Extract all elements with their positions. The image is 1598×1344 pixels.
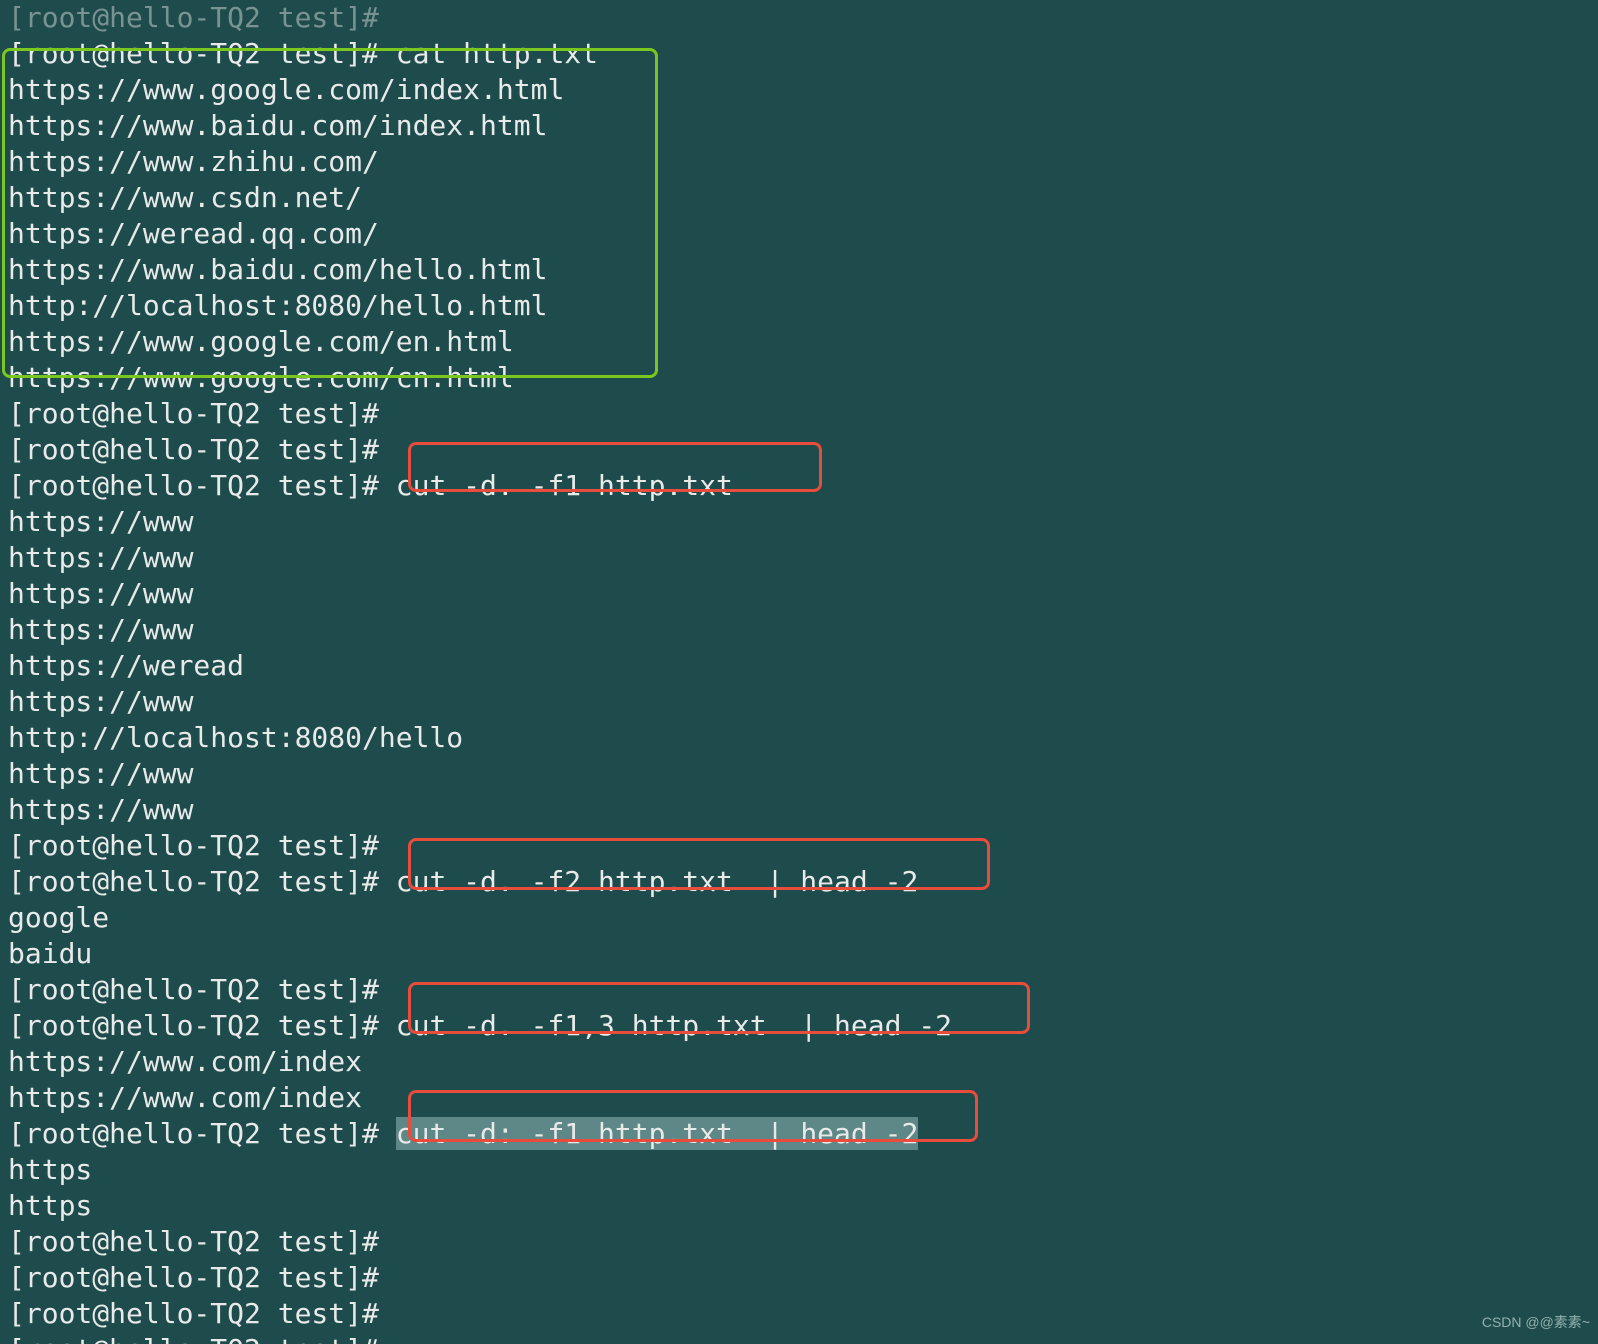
command-line: [root@hello-TQ2 test]# cut -d. -f1 http.… bbox=[0, 468, 1598, 504]
output-line: https://www.zhihu.com/ bbox=[0, 144, 1598, 180]
command-text: cat http.txt bbox=[379, 37, 598, 70]
prompt: [root@hello-TQ2 test]# bbox=[8, 37, 379, 70]
command-line: [root@hello-TQ2 test]# cut -d. -f1,3 htt… bbox=[0, 1008, 1598, 1044]
prompt: [root@hello-TQ2 test]# bbox=[8, 1297, 379, 1330]
prompt: [root@hello-TQ2 test]# bbox=[8, 829, 379, 862]
output-line: https://www bbox=[0, 576, 1598, 612]
prompt: [root@hello-TQ2 test]# bbox=[8, 1333, 379, 1344]
terminal-screen[interactable]: [root@hello-TQ2 test]# [root@hello-TQ2 t… bbox=[0, 0, 1598, 1344]
output-line: https://www.csdn.net/ bbox=[0, 180, 1598, 216]
output-line: https://www bbox=[0, 756, 1598, 792]
command-line: [root@hello-TQ2 test]# cut -d. -f2 http.… bbox=[0, 864, 1598, 900]
output-line: https://www bbox=[0, 504, 1598, 540]
prompt-line: [root@hello-TQ2 test]# bbox=[0, 1260, 1598, 1296]
output-line: https bbox=[0, 1152, 1598, 1188]
prompt: [root@hello-TQ2 test]# bbox=[8, 1, 379, 34]
output-line: https://www.google.com/index.html bbox=[0, 72, 1598, 108]
prompt-line: [root@hello-TQ2 test]# bbox=[0, 0, 1598, 36]
prompt: [root@hello-TQ2 test]# bbox=[8, 433, 379, 466]
output-line: https bbox=[0, 1188, 1598, 1224]
output-line: https://www.baidu.com/hello.html bbox=[0, 252, 1598, 288]
watermark: CSDN @@素素~ bbox=[1482, 1304, 1590, 1340]
output-line: https://weread.qq.com/ bbox=[0, 216, 1598, 252]
prompt: [root@hello-TQ2 test]# bbox=[8, 1225, 379, 1258]
command-text: cut -d. -f1 http.txt bbox=[379, 469, 733, 502]
output-line: https://www bbox=[0, 792, 1598, 828]
prompt-line: [root@hello-TQ2 test]# bbox=[0, 1332, 1598, 1344]
prompt-line: [root@hello-TQ2 test]# bbox=[0, 1224, 1598, 1260]
output-line: https://www.com/index bbox=[0, 1044, 1598, 1080]
command-line: [root@hello-TQ2 test]# cat http.txt bbox=[0, 36, 1598, 72]
prompt: [root@hello-TQ2 test]# bbox=[8, 1117, 379, 1150]
output-line: https://www bbox=[0, 540, 1598, 576]
prompt-line: [root@hello-TQ2 test]# bbox=[0, 828, 1598, 864]
output-line: https://weread bbox=[0, 648, 1598, 684]
output-line: https://www bbox=[0, 684, 1598, 720]
output-line: baidu bbox=[0, 936, 1598, 972]
output-line: https://www.google.com/en.html bbox=[0, 324, 1598, 360]
output-line: http://localhost:8080/hello.html bbox=[0, 288, 1598, 324]
output-line: http://localhost:8080/hello bbox=[0, 720, 1598, 756]
command-text: cut -d. -f2 http.txt | head -2 bbox=[379, 865, 918, 898]
prompt: [root@hello-TQ2 test]# bbox=[8, 1261, 379, 1294]
prompt-line: [root@hello-TQ2 test]# bbox=[0, 1296, 1598, 1332]
prompt-line: [root@hello-TQ2 test]# bbox=[0, 396, 1598, 432]
output-line: https://www.baidu.com/index.html bbox=[0, 108, 1598, 144]
prompt-line: [root@hello-TQ2 test]# bbox=[0, 432, 1598, 468]
prompt: [root@hello-TQ2 test]# bbox=[8, 469, 379, 502]
prompt: [root@hello-TQ2 test]# bbox=[8, 865, 379, 898]
prompt: [root@hello-TQ2 test]# bbox=[8, 973, 379, 1006]
output-line: https://www bbox=[0, 612, 1598, 648]
selected-command-text: cut -d: -f1 http.txt | head -2 bbox=[396, 1117, 919, 1150]
output-line: google bbox=[0, 900, 1598, 936]
output-line: https://www.com/index bbox=[0, 1080, 1598, 1116]
prompt: [root@hello-TQ2 test]# bbox=[8, 1009, 379, 1042]
prompt: [root@hello-TQ2 test]# bbox=[8, 397, 379, 430]
output-line: https://www.google.com/cn.html bbox=[0, 360, 1598, 396]
prompt-line: [root@hello-TQ2 test]# bbox=[0, 972, 1598, 1008]
command-text: cut -d. -f1,3 http.txt | head -2 bbox=[379, 1009, 952, 1042]
command-line: [root@hello-TQ2 test]# cut -d: -f1 http.… bbox=[0, 1116, 1598, 1152]
